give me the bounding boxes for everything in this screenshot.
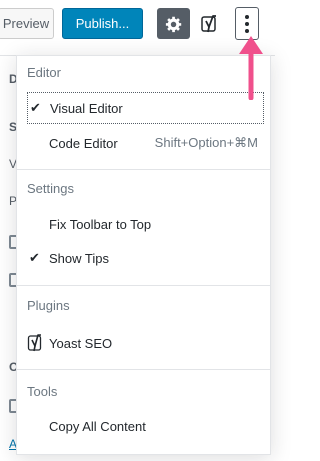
publish-button[interactable]: Publish...: [62, 8, 143, 39]
more-vertical-icon-dot: [245, 21, 249, 26]
menu-group-label-editor: Editor: [27, 65, 61, 80]
yoast-icon: [201, 15, 216, 33]
menu-item-code-editor[interactable]: Code Editor Shift+Option+⌘M: [27, 127, 264, 159]
annotation-arrow-icon: [239, 36, 263, 100]
menu-item-label: Code Editor: [49, 135, 118, 151]
menu-separator: [17, 285, 270, 286]
menu-item-show-tips[interactable]: ✔ Show Tips: [27, 242, 264, 274]
menu-group-label-settings: Settings: [27, 181, 74, 196]
menu-item-label: Copy All Content: [49, 418, 146, 434]
menu-item-label: Visual Editor: [50, 100, 123, 116]
menu-item-fix-toolbar[interactable]: Fix Toolbar to Top: [27, 208, 264, 240]
settings-button[interactable]: [157, 8, 190, 39]
menu-item-label: Fix Toolbar to Top: [49, 216, 152, 232]
menu-item-copy-all-content[interactable]: Copy All Content: [27, 410, 264, 442]
more-tools-menu: Editor ✔ Visual Editor Code Editor Shift…: [16, 55, 271, 455]
menu-item-shortcut: Shift+Option+⌘M: [154, 135, 258, 150]
more-vertical-icon: [245, 14, 249, 19]
menu-group-label-plugins: Plugins: [27, 298, 70, 313]
menu-item-yoast-seo[interactable]: Yoast SEO: [27, 327, 264, 359]
checkmark-icon: ✔: [29, 250, 40, 265]
editor-header-toolbar: Preview Publish...: [0, 0, 275, 56]
menu-item-label: Yoast SEO: [49, 335, 113, 351]
yoast-seo-button[interactable]: [198, 12, 222, 36]
yoast-icon: [27, 333, 49, 353]
checkmark-icon: ✔: [30, 100, 41, 115]
menu-item-visual-editor[interactable]: ✔ Visual Editor: [27, 92, 264, 124]
menu-separator: [17, 369, 270, 370]
menu-separator: [17, 169, 270, 170]
gear-icon: [165, 16, 181, 32]
menu-group-label-tools: Tools: [27, 384, 58, 399]
preview-button[interactable]: Preview: [0, 8, 54, 39]
background-sidebar: D S V P O A: [0, 57, 19, 461]
menu-item-label: Show Tips: [49, 250, 109, 266]
